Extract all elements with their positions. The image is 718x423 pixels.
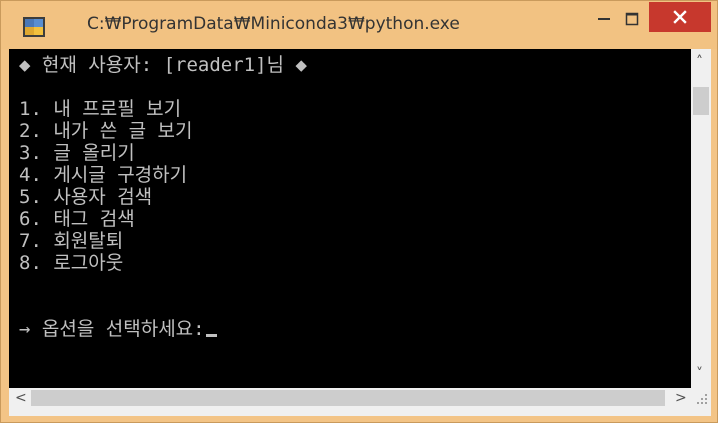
maximize-button[interactable] — [619, 2, 645, 36]
menu-item-3: 3. 글 올리기 — [19, 142, 135, 164]
console-frame: ◆ 현재 사용자: [reader1]님 ◆ 1. 내 프로필 보기 2. 내가… — [9, 49, 711, 416]
python-app-icon — [23, 17, 45, 37]
console-output[interactable]: ◆ 현재 사용자: [reader1]님 ◆ 1. 내 프로필 보기 2. 내가… — [9, 49, 691, 388]
title-bar[interactable]: C:₩ProgramData₩Miniconda3₩python.exe — [1, 1, 717, 49]
horizontal-scrollbar[interactable]: < > — [9, 388, 691, 408]
vertical-scroll-thumb[interactable] — [693, 87, 709, 115]
minimize-button[interactable] — [591, 2, 617, 36]
horizontal-scroll-thumb[interactable] — [31, 390, 665, 406]
scroll-right-arrow-icon[interactable]: > — [675, 391, 687, 405]
close-button[interactable] — [649, 2, 711, 32]
menu-item-4: 4. 게시글 구경하기 — [19, 164, 188, 186]
scroll-left-arrow-icon[interactable]: < — [15, 391, 27, 405]
close-icon — [673, 10, 687, 24]
menu-item-6: 6. 태그 검색 — [19, 208, 135, 230]
console-header: ◆ 현재 사용자: [reader1]님 ◆ — [19, 54, 307, 76]
window-title: C:₩ProgramData₩Miniconda3₩python.exe — [87, 14, 460, 34]
scroll-up-arrow-icon[interactable]: ˄ — [696, 55, 703, 69]
text-cursor — [205, 334, 217, 337]
menu-item-2: 2. 내가 쓴 글 보기 — [19, 120, 193, 142]
input-prompt: → 옵션을 선택하세요: — [19, 318, 205, 340]
maximize-icon — [625, 12, 639, 26]
console-window: C:₩ProgramData₩Miniconda3₩python.exe ◆ 현… — [0, 0, 718, 423]
menu-item-1: 1. 내 프로필 보기 — [19, 98, 182, 120]
menu-item-8: 8. 로그아웃 — [19, 252, 124, 274]
menu-item-5: 5. 사용자 검색 — [19, 186, 153, 208]
minimize-icon — [598, 18, 610, 20]
vertical-scrollbar[interactable]: ˄ ˅ — [691, 49, 711, 388]
scroll-down-arrow-icon[interactable]: ˅ — [696, 367, 703, 381]
menu-item-7: 7. 회원탈퇴 — [19, 230, 124, 252]
resize-grip-icon[interactable] — [691, 388, 711, 408]
input-prompt-line[interactable]: → 옵션을 선택하세요: — [19, 318, 217, 340]
resize-dots — [697, 394, 707, 404]
